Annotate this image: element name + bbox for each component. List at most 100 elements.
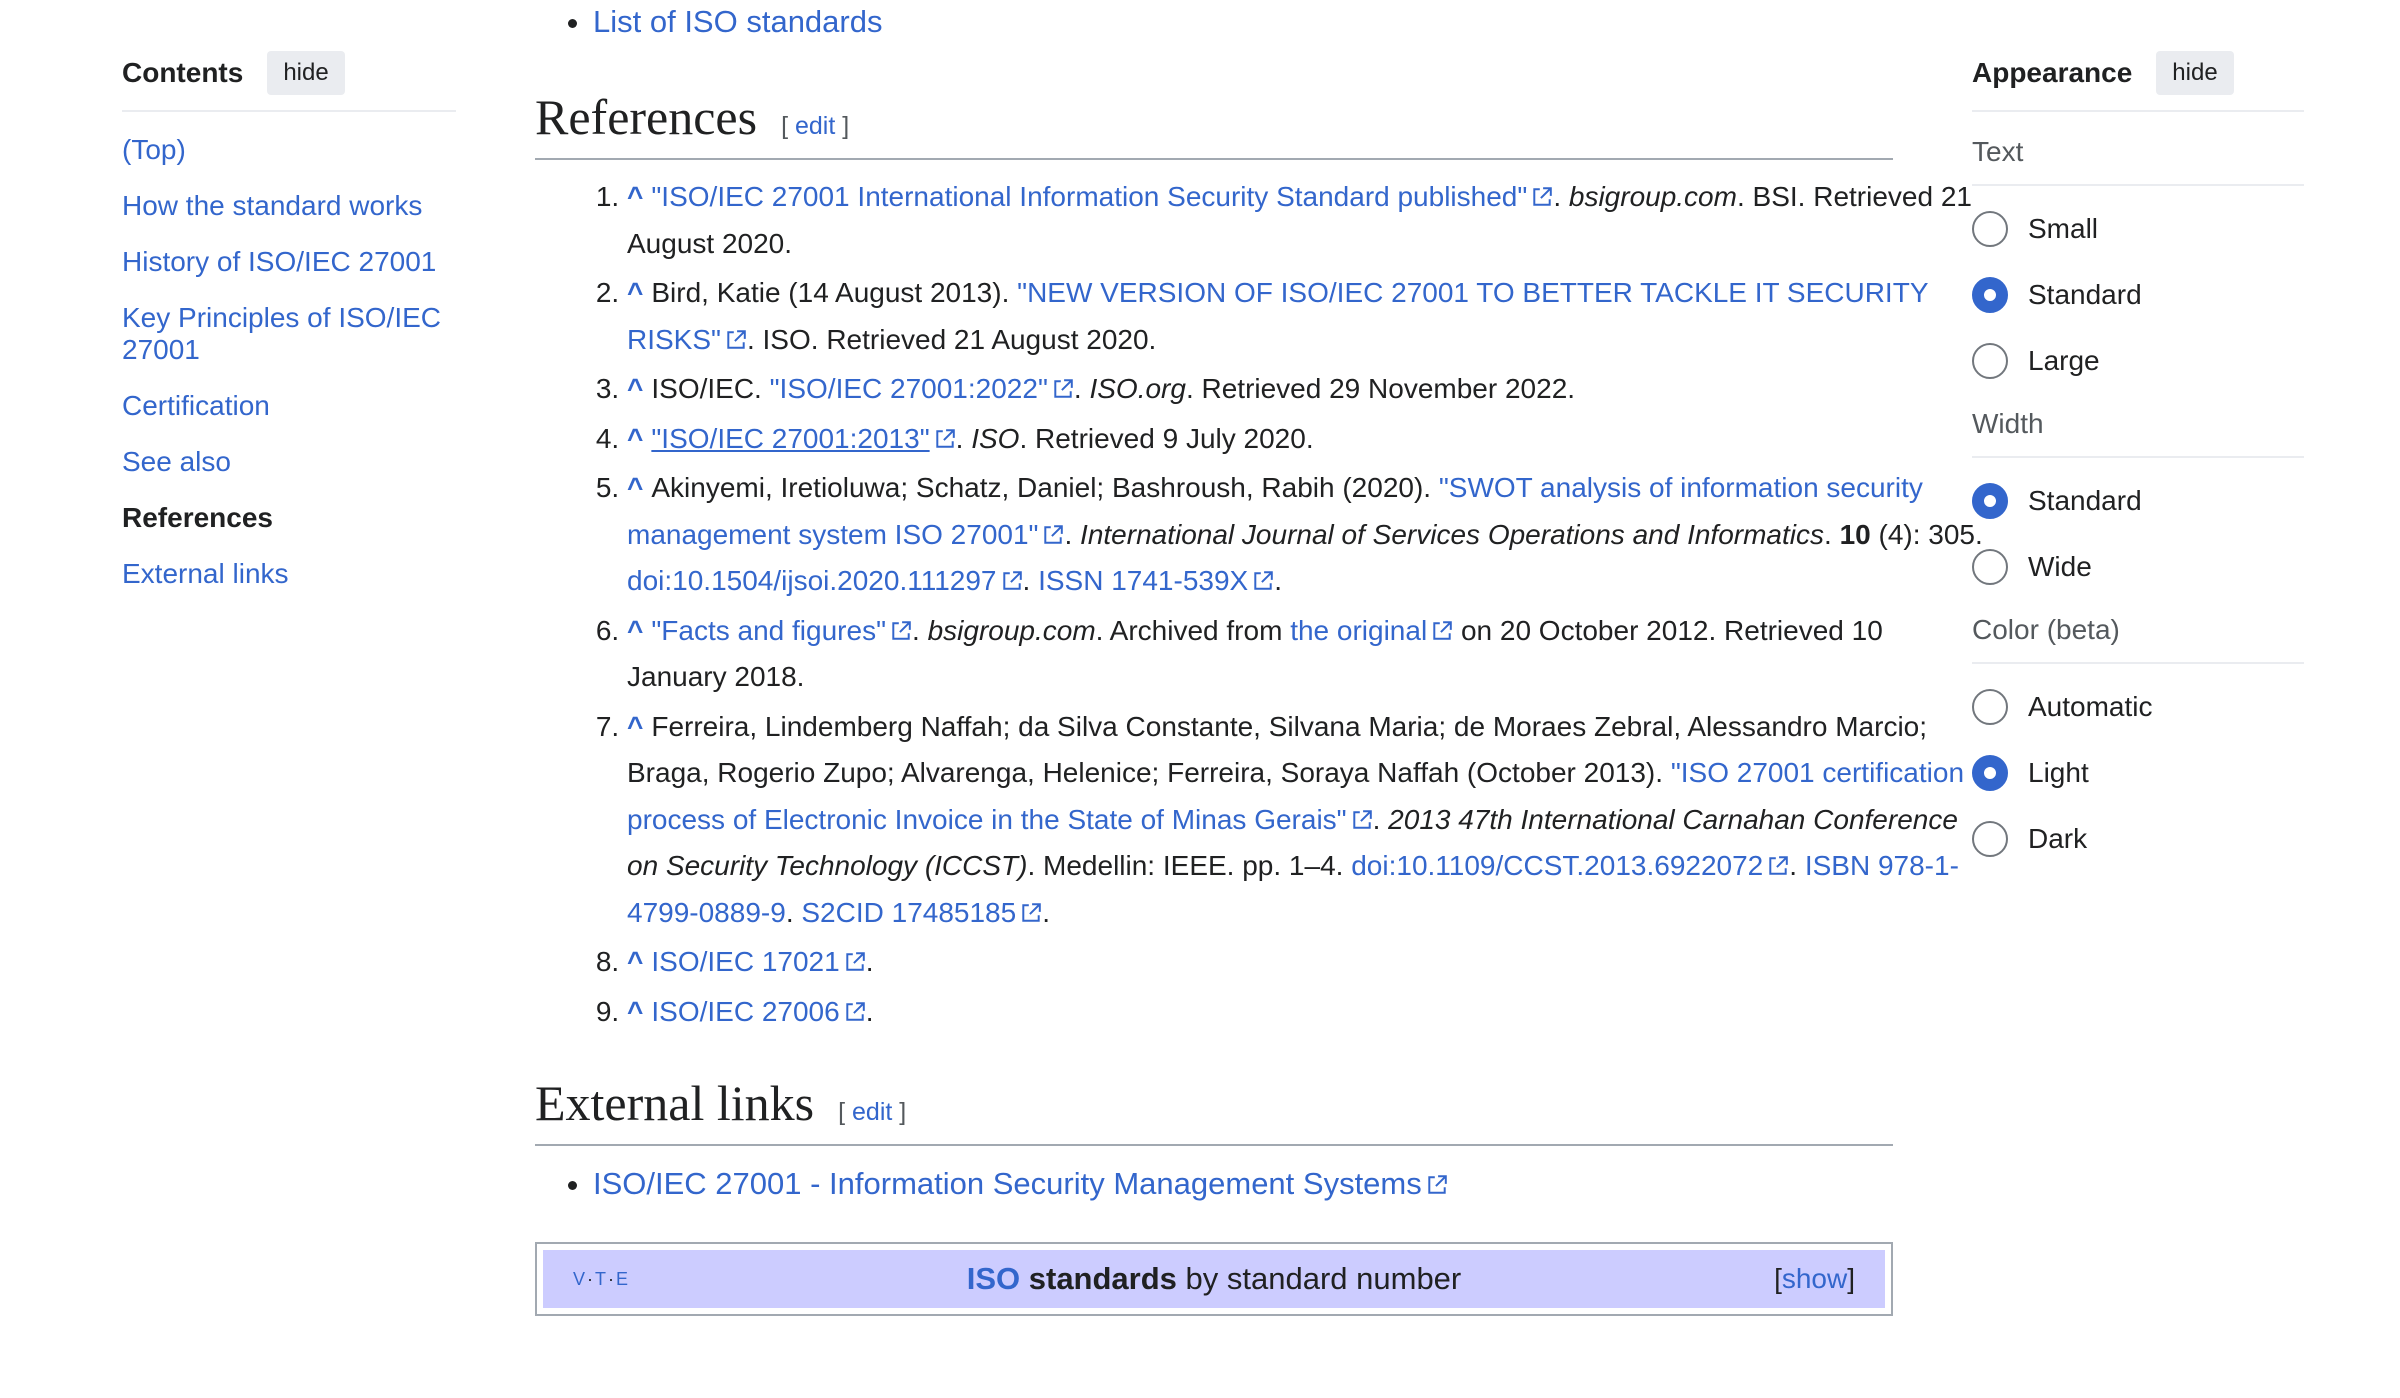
toc-item-certification[interactable]: Certification xyxy=(122,390,456,422)
external-links-heading-text: External links xyxy=(535,1075,815,1131)
text: . Medellin: IEEE. pp. 1–4. xyxy=(1027,850,1352,881)
backlink-caret[interactable]: ^ xyxy=(627,472,643,503)
toc-item-how-the-standard-works[interactable]: How the standard works xyxy=(122,190,456,222)
radio-circle-icon[interactable] xyxy=(1972,821,2008,857)
backlink-caret[interactable]: ^ xyxy=(627,615,643,646)
edit-template-link[interactable]: E xyxy=(616,1269,630,1289)
text-size-standard-radio[interactable]: Standard xyxy=(1972,262,2304,328)
text: . xyxy=(785,896,802,928)
text-size-small-radio[interactable]: Small xyxy=(1972,196,2304,262)
width-standard-radio[interactable]: Standard xyxy=(1972,468,2304,534)
edit-section: [ edit ] xyxy=(838,1098,906,1126)
work-title: ISO.org xyxy=(1089,373,1186,404)
text: . xyxy=(955,422,972,454)
backlink-caret[interactable]: ^ xyxy=(627,373,643,404)
text-size-large-radio[interactable]: Large xyxy=(1972,328,2304,394)
doi-link[interactable]: :10.1109/CCST.2013.6922072 xyxy=(1389,850,1764,881)
appearance-header: Appearance hide xyxy=(1972,50,2304,112)
width-label: Width xyxy=(1972,408,2304,458)
reference-title-link[interactable]: ISO/IEC 17021 xyxy=(651,946,839,977)
radio-circle-icon[interactable] xyxy=(1972,689,2008,725)
toc-hide-button[interactable]: hide xyxy=(267,51,345,95)
navbox-vte: V·T·E xyxy=(573,1269,630,1290)
toc-item-external-links[interactable]: External links xyxy=(122,558,456,590)
doi-prefix-link[interactable]: doi xyxy=(1351,850,1388,881)
color-dark-radio[interactable]: Dark xyxy=(1972,806,2304,872)
view-template-link[interactable]: V xyxy=(573,1269,587,1289)
reference-title-link[interactable]: "ISO/IEC 27001:2013" xyxy=(651,423,929,454)
references-heading: References [ edit ] xyxy=(535,88,1893,160)
reference-title-link[interactable]: "Facts and figures" xyxy=(651,615,886,646)
backlink-caret[interactable]: ^ xyxy=(627,423,643,454)
talk-template-link[interactable]: T xyxy=(595,1269,608,1289)
toc-item-key-principles[interactable]: Key Principles of ISO/IEC 27001 xyxy=(122,302,456,366)
s2cid-link[interactable]: S2CID 17485185 xyxy=(801,897,1016,928)
external-links-heading: External links [ edit ] xyxy=(535,1074,1893,1146)
list-item: List of ISO standards xyxy=(593,4,882,40)
bracket-open: [ xyxy=(838,1098,853,1126)
see-also-list: List of ISO standards xyxy=(555,4,882,40)
external-link-icon xyxy=(1020,902,1042,924)
text: . xyxy=(1064,518,1081,550)
bracket-open: [ xyxy=(1774,1263,1782,1294)
edit-link[interactable]: edit xyxy=(852,1098,892,1126)
color-section: Color (beta) Automatic Light Dark xyxy=(1972,614,2304,872)
reference-item: ^ ISO/IEC 17021. xyxy=(627,939,1985,986)
external-link-icon xyxy=(1252,570,1274,592)
reference-title-link[interactable]: ISO/IEC 27006 xyxy=(651,996,839,1027)
toc-item-references[interactable]: References xyxy=(122,502,456,534)
radio-circle-icon[interactable] xyxy=(1972,755,2008,791)
radio-circle-icon[interactable] xyxy=(1972,277,2008,313)
text: . xyxy=(1022,565,1039,596)
show-button[interactable]: show xyxy=(1782,1263,1847,1294)
radio-circle-icon[interactable] xyxy=(1972,483,2008,519)
edit-link[interactable]: edit xyxy=(795,112,835,140)
bracket-close: ] xyxy=(1847,1263,1855,1294)
color-light-radio[interactable]: Light xyxy=(1972,740,2304,806)
color-options: Automatic Light Dark xyxy=(1972,664,2304,872)
external-link-icon xyxy=(1767,855,1789,877)
toc-item-see-also[interactable]: See also xyxy=(122,446,456,478)
see-also-link[interactable]: List of ISO standards xyxy=(593,4,882,39)
archive-original-link[interactable]: the original xyxy=(1290,615,1427,646)
toc-title: Contents xyxy=(122,57,244,88)
width-section: Width Standard Wide xyxy=(1972,408,2304,600)
external-link[interactable]: ISO/IEC 27001 - Information Security Man… xyxy=(593,1166,1422,1201)
navbox-title-bold: standards xyxy=(1020,1261,1177,1296)
radio-label: Small xyxy=(2028,213,2099,244)
doi-link[interactable]: :10.1504/ijsoi.2020.111297 xyxy=(664,565,996,596)
external-link-icon xyxy=(1052,378,1074,400)
width-wide-radio[interactable]: Wide xyxy=(1972,534,2304,600)
toc-header: Contents hide xyxy=(122,50,456,112)
external-link-icon xyxy=(1426,1174,1448,1196)
reference-title-link[interactable]: "ISO/IEC 27001 International Information… xyxy=(651,181,1527,212)
doi-prefix-link[interactable]: doi xyxy=(627,565,664,596)
text: . Retrieved 29 November 2022. xyxy=(1185,373,1576,404)
radio-label: Automatic xyxy=(2028,691,2153,722)
radio-circle-icon[interactable] xyxy=(1972,343,2008,379)
appearance-title: Appearance xyxy=(1972,57,2133,88)
reference-item: ^ "Facts and figures". bsigroup.com. Arch… xyxy=(627,608,1985,701)
reference-item: ^Bird, Katie (14 August 2013). "NEW VERS… xyxy=(627,270,1985,363)
color-automatic-radio[interactable]: Automatic xyxy=(1972,674,2304,740)
appearance-hide-button[interactable]: hide xyxy=(2156,51,2234,95)
work-title: bsigroup.com xyxy=(1568,181,1737,212)
navbox-iso-link[interactable]: ISO xyxy=(967,1261,1020,1296)
text-size-section: Text Small Standard Large xyxy=(1972,136,2304,394)
radio-label: Dark xyxy=(2028,823,2088,854)
backlink-caret[interactable]: ^ xyxy=(627,946,643,977)
text: . xyxy=(1042,896,1050,928)
issn-link[interactable]: ISSN 1741-539X xyxy=(1038,565,1248,596)
radio-circle-icon[interactable] xyxy=(1972,549,2008,585)
reference-title-link[interactable]: "ISO/IEC 27001:2022" xyxy=(770,373,1048,404)
backlink-caret[interactable]: ^ xyxy=(627,277,643,308)
external-link-icon xyxy=(725,329,747,351)
toc-item-history[interactable]: History of ISO/IEC 27001 xyxy=(122,246,456,278)
external-link-icon xyxy=(1351,809,1373,831)
toc-item-top[interactable]: (Top) xyxy=(122,134,456,166)
backlink-caret[interactable]: ^ xyxy=(627,996,643,1027)
external-link-icon xyxy=(890,620,912,642)
radio-circle-icon[interactable] xyxy=(1972,211,2008,247)
backlink-caret[interactable]: ^ xyxy=(627,711,643,742)
backlink-caret[interactable]: ^ xyxy=(627,181,643,212)
